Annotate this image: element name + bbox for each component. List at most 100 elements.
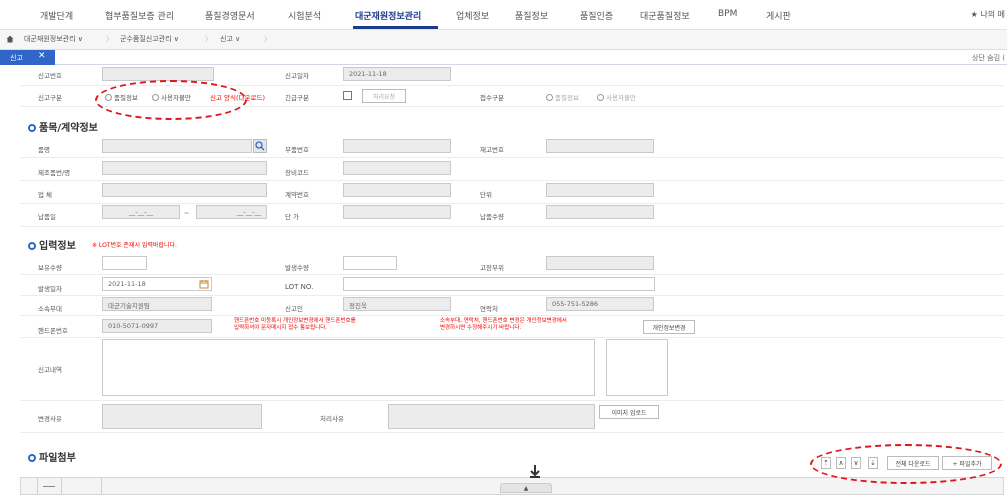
menu-item-army-quality[interactable]: 대군품질정보 <box>640 9 690 22</box>
grid-col-divider <box>61 478 62 495</box>
occur-date-label: 발생일자 <box>38 285 62 293</box>
grid-cell-dash <box>43 486 55 487</box>
product-name-field <box>102 139 252 153</box>
breadcrumb-item-report[interactable]: 신고 ∨ <box>220 34 240 44</box>
phone-note: 핸드폰번호 미등록시 개인정보변경에서 핸드폰번호를 입력하셔야 문자메시지 접… <box>234 318 356 331</box>
contact-label: 연락처 <box>480 305 498 313</box>
defect-part-field <box>546 256 654 270</box>
defect-part-label: 고장부위 <box>480 264 504 272</box>
grid-col-divider <box>37 478 38 495</box>
receipt-type-label: 접수구분 <box>480 94 504 102</box>
change-reason-label: 변경사유 <box>38 415 62 423</box>
report-no-field <box>102 67 214 81</box>
panel-collapse-handle[interactable]: ▲ <box>500 483 552 493</box>
occur-qty-input[interactable] <box>343 256 397 270</box>
maker-item-field <box>102 161 267 175</box>
breadcrumb-separator: 〉 <box>205 35 212 43</box>
image-upload-button[interactable]: 이미지 업로드 <box>599 405 659 419</box>
delivery-qty-label: 납품수량 <box>480 213 504 221</box>
menu-item-quality-info[interactable]: 품질정보 <box>515 9 548 22</box>
radio-receipt-quality[interactable]: 품질정보 <box>546 92 579 102</box>
maker-item-label: 제조품번/명 <box>38 169 71 177</box>
radio-receipt-claim[interactable]: 사용자불만 <box>597 92 636 102</box>
unit-field <box>546 183 654 197</box>
hide-top-toggle[interactable]: 상단 숨김 ( <box>972 53 1005 63</box>
tab-report[interactable]: 신고 ✕ <box>0 50 55 65</box>
report-date-label: 신고일자 <box>285 72 309 80</box>
reporter-field: 정진욱 <box>343 297 451 311</box>
delivery-qty-field <box>546 205 654 219</box>
my-menu-link[interactable]: ★ 나의 메 <box>971 9 1005 20</box>
equipment-code-field <box>343 161 451 175</box>
menu-item-resource-info[interactable]: 대군재원정보관리 <box>355 9 421 22</box>
lot-note: ※ LOT번호 존재시 입력바랍니다. <box>92 242 177 249</box>
urgent-type-label: 긴급구분 <box>285 94 309 102</box>
lot-no-label: LOT NO. <box>285 283 314 291</box>
occur-date-input[interactable]: 2021-11-18 <box>102 277 212 291</box>
close-icon[interactable]: ✕ <box>38 51 46 61</box>
calendar-icon[interactable] <box>199 279 209 289</box>
dept-label: 소속부대 <box>38 305 62 313</box>
personal-info-change-button[interactable]: 개인정보변경 <box>643 320 695 334</box>
row-divider <box>20 157 1004 158</box>
product-name-label: 품명 <box>38 146 50 154</box>
stock-no-field <box>546 139 654 153</box>
top-menubar: 개발단계 협부품질보증 관리 품질경영문서 시험분석 대군재원정보관리 업체정보… <box>0 0 1007 30</box>
menu-item-bpm[interactable]: BPM <box>718 9 737 19</box>
unit-label: 단위 <box>480 191 492 199</box>
phone-field: 010-5071-0997 <box>102 319 212 333</box>
hold-qty-input[interactable] <box>102 256 147 270</box>
product-search-button[interactable] <box>253 139 267 153</box>
active-menu-indicator <box>353 26 438 29</box>
menu-item-board[interactable]: 게시판 <box>766 9 791 22</box>
breadcrumb-item-report-mgmt[interactable]: 군수품질신고관리 ∨ <box>120 34 179 44</box>
row-divider <box>20 337 1004 338</box>
resize-down-arrow-icon[interactable] <box>528 464 542 478</box>
report-date-field: 2021-11-18 <box>343 67 451 81</box>
row-divider <box>20 432 1004 433</box>
delivery-date-label: 납품일 <box>38 213 56 221</box>
part-no-field <box>343 139 451 153</box>
breadcrumb-item-resource[interactable]: 대군재원정보관리 ∨ <box>24 34 83 44</box>
content-label: 신고내역 <box>38 366 62 374</box>
section-file-attach: 파일첨부 <box>28 449 76 464</box>
date-range-tilde: ~ <box>184 209 190 217</box>
contract-no-label: 계약번호 <box>285 191 309 199</box>
report-type-label: 신고구분 <box>38 94 62 102</box>
row-divider <box>20 400 1004 401</box>
menu-item-quality-docs[interactable]: 품질경영문서 <box>205 9 255 22</box>
menu-item-dev[interactable]: 개발단계 <box>40 9 73 22</box>
section-input-info: 입력정보 <box>28 237 76 252</box>
unit-price-label: 단 가 <box>285 213 300 221</box>
menu-item-certification[interactable]: 품질인증 <box>580 9 613 22</box>
radio-icon <box>597 94 604 101</box>
menu-item-parts-qa[interactable]: 협부품질보증 관리 <box>105 9 174 22</box>
content-textarea[interactable] <box>102 339 595 396</box>
company-field <box>102 183 267 197</box>
menu-item-company[interactable]: 업체정보 <box>456 9 489 22</box>
hold-qty-label: 보유수량 <box>38 264 62 272</box>
report-no-label: 신고번호 <box>38 72 62 80</box>
process-request-button[interactable]: 처리요청 <box>362 89 406 103</box>
row-divider <box>20 203 1004 204</box>
change-reason-field <box>102 404 262 429</box>
radio-icon <box>546 94 553 101</box>
breadcrumb-separator: 〉 <box>106 35 113 43</box>
row-divider <box>20 180 1004 181</box>
contact-field: 055-751-5286 <box>546 297 654 311</box>
phone-label: 핸드폰번호 <box>38 327 68 335</box>
breadcrumb: 대군재원정보관리 ∨ 〉 군수품질신고관리 ∨ 〉 신고 ∨ 〉 <box>0 30 1007 50</box>
breadcrumb-separator: 〉 <box>264 35 271 43</box>
delivery-date-from[interactable]: __-__-__ <box>102 205 180 219</box>
stock-no-label: 재고번호 <box>480 146 504 154</box>
contract-no-field <box>343 183 451 197</box>
equipment-code-label: 장비코드 <box>285 169 309 177</box>
home-icon[interactable] <box>6 35 14 43</box>
tab-bar: 신고 ✕ <box>0 50 1007 65</box>
menu-item-test-analysis[interactable]: 시험분석 <box>288 9 321 22</box>
part-no-label: 부품번호 <box>285 146 309 154</box>
delivery-date-to[interactable]: __-__-__ <box>196 205 267 219</box>
lot-no-input[interactable] <box>343 277 655 291</box>
urgent-checkbox[interactable] <box>343 91 352 100</box>
row-divider <box>20 315 1004 316</box>
